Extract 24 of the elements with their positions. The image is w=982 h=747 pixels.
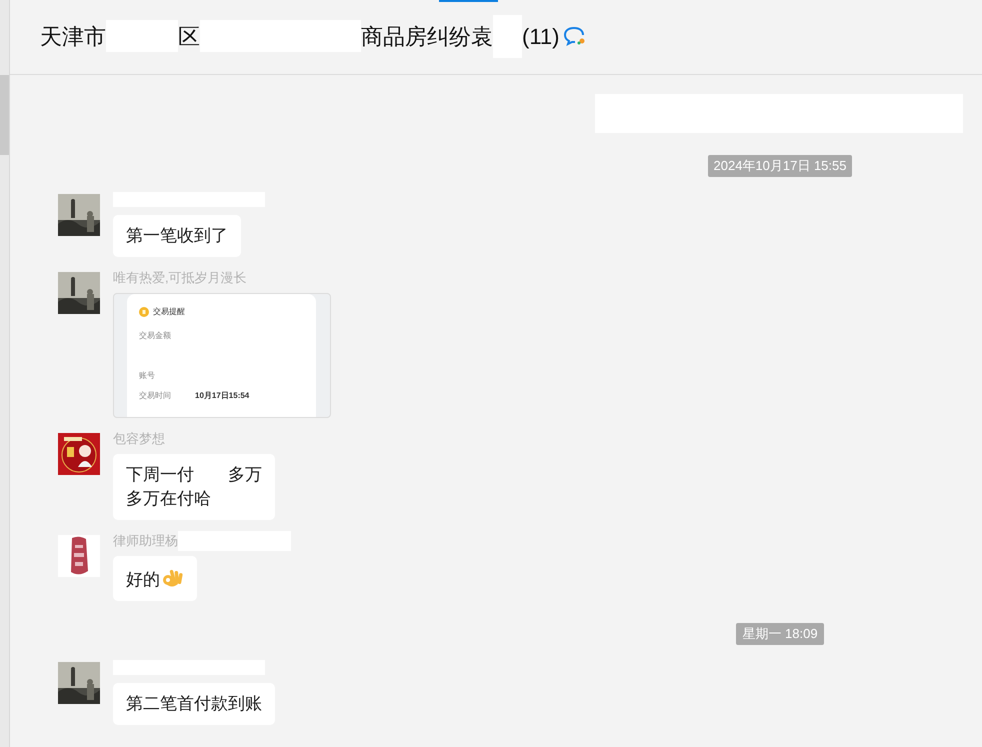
chat-title: 天津市 xyxy=(40,22,106,50)
chat-bubble-icon[interactable] xyxy=(564,26,586,46)
scrollbar[interactable] xyxy=(0,0,10,747)
message-bubble: 好的 xyxy=(113,556,197,601)
receipt-label: 交易时间 xyxy=(139,390,172,402)
sender-name: 律师助理杨 xyxy=(113,532,178,549)
chat-title: 商品房纠纷袁 xyxy=(361,22,493,50)
sender-name: 唯有热爱,可抵岁月漫长 xyxy=(113,269,247,286)
message-bubble: 第二笔首付款到账 xyxy=(113,683,275,725)
timestamp: 星期一 18:09 xyxy=(736,623,824,645)
message-bubble: 下周一付 多万 多万在付哈 xyxy=(113,454,275,520)
scrollbar-thumb[interactable] xyxy=(0,75,9,155)
coin-icon xyxy=(139,307,149,317)
image-message[interactable]: 交易提醒 交易金额 账号 交易时间 10月17日15:54 xyxy=(113,293,331,418)
receipt-label: 账号 xyxy=(139,370,156,382)
chat-title: 区 xyxy=(178,22,200,50)
receipt-value: 10月17日15:54 xyxy=(195,390,250,402)
tab-indicator xyxy=(439,0,498,2)
receipt-label: 交易金额 xyxy=(139,330,172,342)
timestamp: 2024年10月17日 15:55 xyxy=(708,155,852,177)
sender-name: 包容梦想 xyxy=(113,430,165,447)
chat-title: (11) xyxy=(522,22,560,50)
receipt-title: 交易提醒 xyxy=(153,306,185,318)
message-bubble: 第一笔收到了 xyxy=(113,215,241,257)
